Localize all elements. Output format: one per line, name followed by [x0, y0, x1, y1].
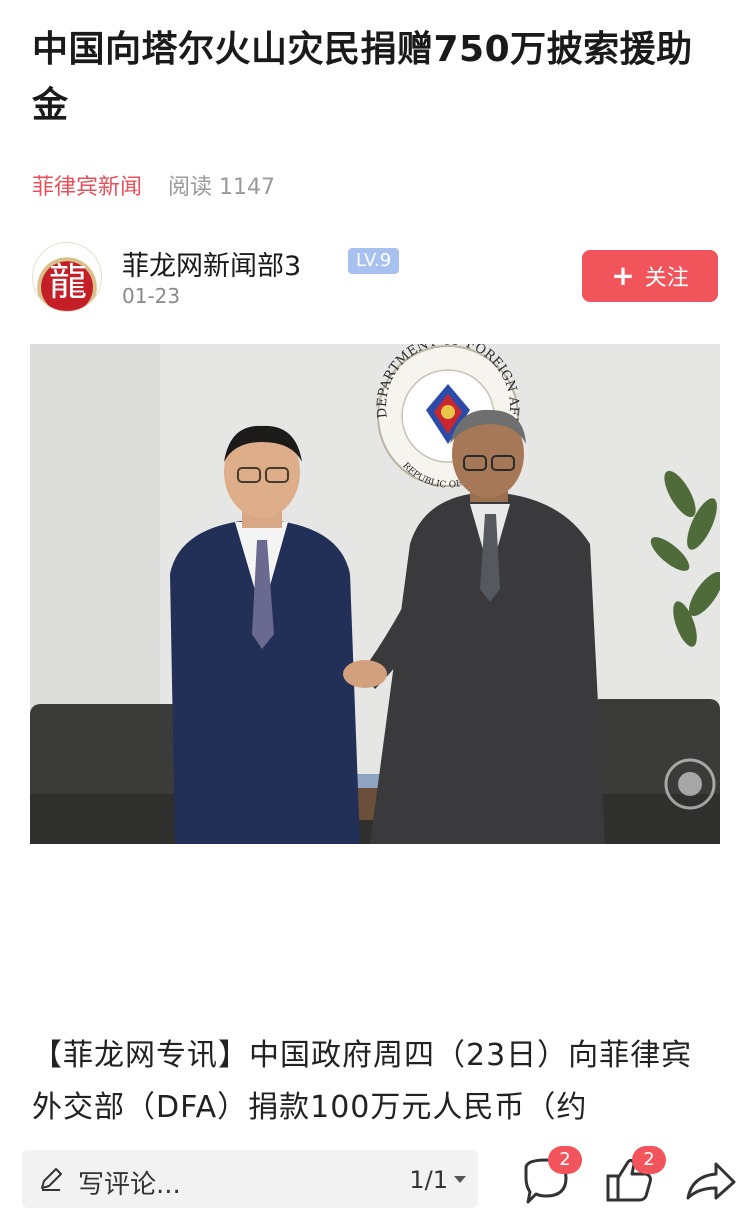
like-count-badge: 2: [632, 1146, 666, 1174]
like-button[interactable]: 2: [600, 1146, 666, 1210]
follow-button[interactable]: + 关注: [582, 250, 718, 302]
share-button[interactable]: [680, 1146, 740, 1210]
post-date: 01-23: [122, 284, 181, 308]
article-title: 中国向塔尔火山灾民捐赠750万披索援助金: [32, 29, 693, 126]
bottom-action-bar: 写评论... 1/1 2 2: [0, 1142, 740, 1226]
comment-input[interactable]: 写评论... 1/1: [22, 1150, 478, 1208]
author-name[interactable]: 菲龙网新闻部3: [122, 244, 301, 283]
comment-count-badge: 2: [548, 1146, 582, 1174]
comment-button[interactable]: 2: [516, 1146, 582, 1210]
pen-icon: [41, 1168, 62, 1191]
article-source[interactable]: 菲律宾新闻: [32, 169, 142, 201]
plus-icon: +: [611, 259, 635, 292]
avatar-logo: 龍: [48, 260, 87, 304]
article-photo[interactable]: DEPARTMENT OF FOREIGN AFFAIRS REPUBLIC O…: [30, 344, 720, 844]
level-badge: LV.9: [348, 248, 400, 274]
author-avatar[interactable]: 龍: [32, 242, 102, 312]
read-count: 阅读 1147: [168, 175, 275, 200]
author-row: 龍 菲龙网新闻部3 LV.9 01-23 + 关注: [32, 242, 720, 318]
dropdown-caret-icon[interactable]: [454, 1176, 466, 1183]
photo-illustration: DEPARTMENT OF FOREIGN AFFAIRS REPUBLIC O…: [30, 344, 720, 844]
article-meta: 菲律宾新闻 阅读 1147: [32, 170, 275, 200]
follow-label: 关注: [644, 266, 689, 291]
share-icon: [686, 1162, 736, 1200]
comment-placeholder: 写评论...: [78, 1170, 181, 1200]
article-body: 【菲龙网专讯】中国政府周四（23日）向菲律宾外交部（DFA）捐款100万元人民币…: [32, 1038, 693, 1125]
page-indicator[interactable]: 1/1: [409, 1166, 448, 1194]
handshake: [343, 660, 387, 688]
